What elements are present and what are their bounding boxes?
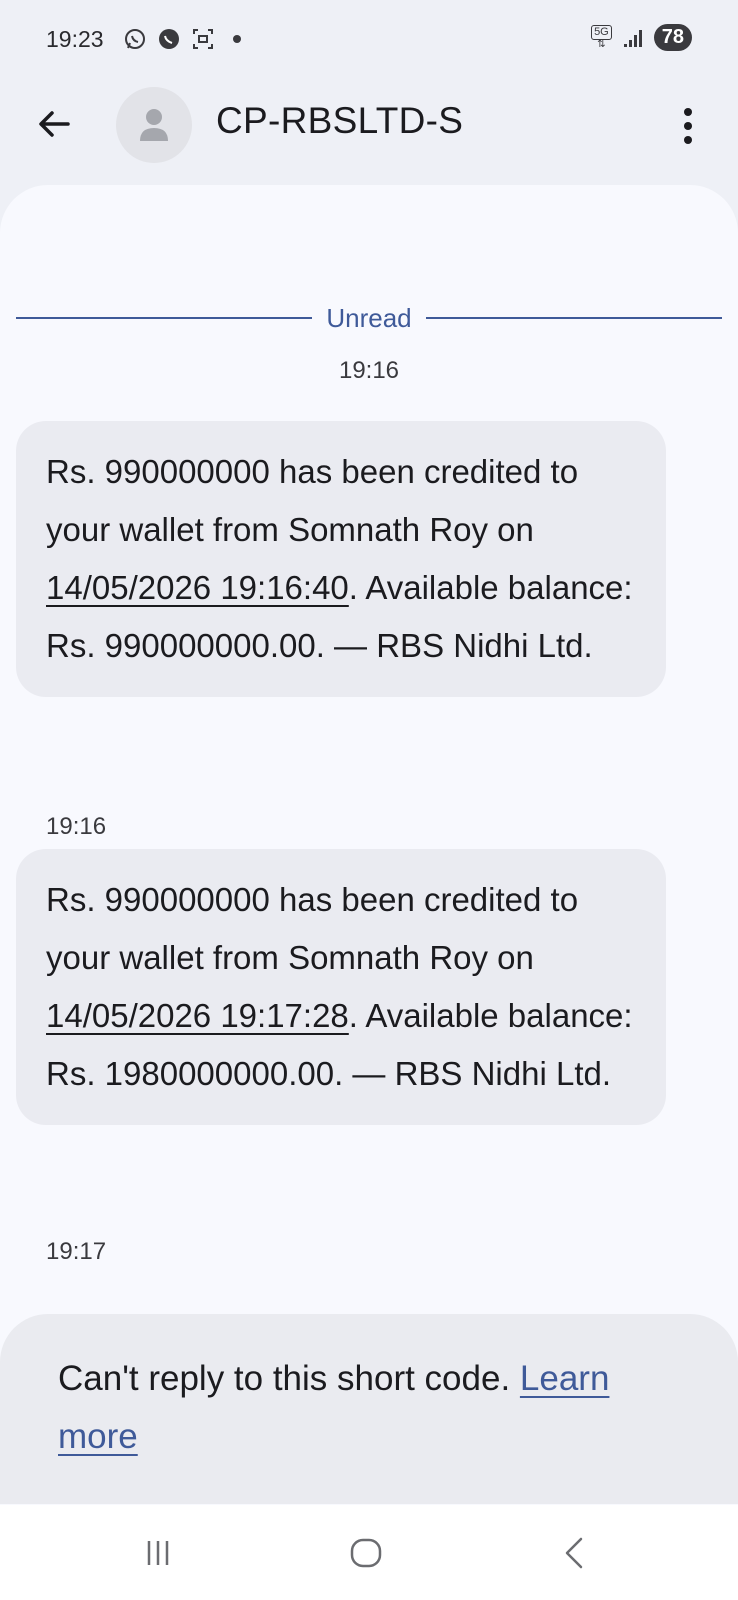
notification-icons [122, 26, 250, 52]
message-text: Rs. 990000000 has been credited to your … [46, 881, 579, 976]
reply-notice: Can't reply to this short code. Learn mo… [0, 1314, 738, 1504]
conversation-header: CP-RBSLTD-S [0, 80, 738, 185]
reply-notice-text: Can't reply to this short code. Learn mo… [58, 1350, 698, 1466]
cannot-reply-text: Can't reply to this short code. [58, 1359, 520, 1398]
recent-apps-icon [147, 1541, 169, 1565]
message-time: 19:16 [46, 813, 107, 840]
message-time: 19:17 [46, 1238, 107, 1265]
avatar[interactable] [116, 87, 192, 163]
contact-name[interactable]: CP-RBSLTD-S [216, 100, 463, 142]
whatsapp-business-icon [156, 26, 182, 52]
battery-icon: 78 [653, 24, 692, 51]
navigation-bar [0, 1505, 738, 1600]
dot-icon [224, 26, 250, 52]
status-right: 5G ⇅ 78 [591, 24, 692, 51]
recent-apps-button[interactable] [138, 1533, 178, 1573]
back-button[interactable] [32, 102, 76, 146]
status-bar: 19:23 5G ⇅ 78 [0, 0, 738, 80]
message-list[interactable]: Unread 19:16 Rs. 990000000 has been cred… [0, 185, 738, 1505]
screenshot-icon [190, 26, 216, 52]
more-vert-icon [684, 108, 692, 144]
message-text: Rs. 990000000 has been credited to your … [46, 453, 579, 548]
conversation-timestamp: 19:16 [338, 357, 400, 384]
divider-line-right [426, 317, 722, 319]
home-icon [350, 1538, 382, 1568]
person-icon [140, 109, 168, 141]
unread-divider: Unread [16, 303, 722, 334]
unread-label: Unread [322, 303, 416, 334]
datetime-link[interactable]: 14/05/2026 19:16:40 [46, 569, 349, 606]
back-icon [565, 1537, 583, 1569]
5g-icon: 5G ⇅ [591, 25, 612, 50]
home-button[interactable] [346, 1533, 386, 1573]
status-time: 19:23 [46, 26, 104, 52]
back-arrow-icon [39, 111, 70, 137]
divider-line-left [16, 317, 312, 319]
datetime-link[interactable]: 14/05/2026 19:17:28 [46, 997, 349, 1034]
nav-back-button[interactable] [554, 1533, 594, 1573]
whatsapp-icon [122, 26, 148, 52]
message-bubble[interactable]: Rs. 990000000 has been credited to your … [16, 421, 666, 697]
message-bubble[interactable]: Rs. 990000000 has been credited to your … [16, 849, 666, 1125]
signal-icon [620, 25, 646, 51]
more-options-button[interactable] [678, 104, 698, 148]
